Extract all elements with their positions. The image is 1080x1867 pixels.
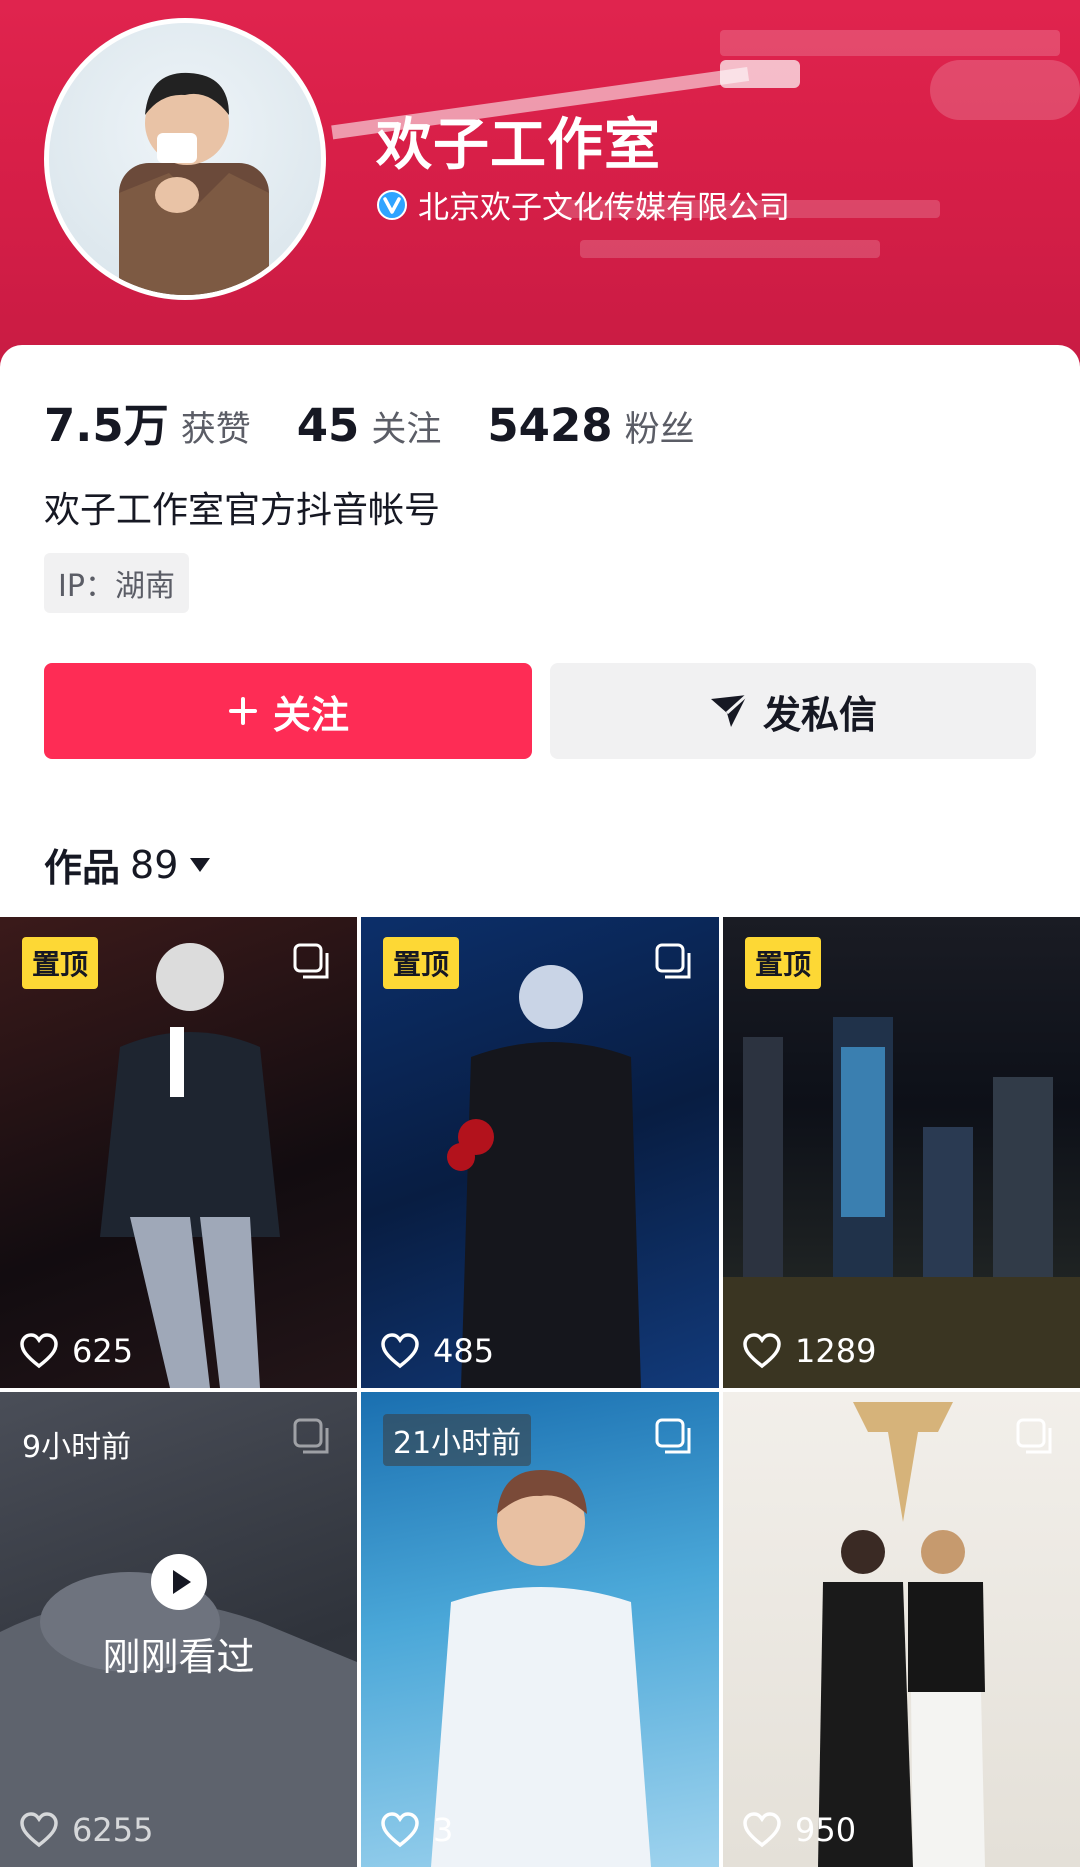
heart-icon	[20, 1333, 58, 1369]
followers-count[interactable]: 5428	[487, 399, 612, 452]
bio-text: 欢子工作室官方抖音帐号	[44, 490, 441, 531]
heart-icon	[743, 1333, 781, 1369]
works-label: 作品	[44, 846, 121, 890]
follow-button-label: 关注	[272, 692, 349, 737]
pinned-badge: 置顶	[383, 937, 460, 989]
video-tile[interactable]: 置顶 625	[0, 917, 357, 1388]
like-count: 485	[433, 1332, 495, 1370]
profile-header: 欢子工作室 北京欢子文化传媒有限公司	[0, 0, 1080, 380]
works-count: 89	[130, 842, 179, 887]
like-count: 6255	[72, 1811, 154, 1849]
like-count-row: 485	[381, 1332, 494, 1370]
caret-down-icon	[190, 857, 211, 872]
likes-label: 获赞	[180, 410, 251, 450]
send-icon	[710, 693, 748, 727]
plus-icon	[228, 697, 257, 725]
video-tile[interactable]: 950	[723, 1392, 1080, 1867]
multi-image-icon	[1016, 1418, 1052, 1454]
multi-image-icon	[655, 1418, 691, 1454]
time-badge: 21小时前	[383, 1414, 532, 1466]
pinned-badge: 置顶	[745, 937, 822, 989]
studio-scene	[818, 1402, 985, 1867]
performer-figure	[431, 1470, 651, 1867]
following-count[interactable]: 45	[297, 399, 360, 452]
video-tile[interactable]: 置顶 485	[361, 917, 719, 1388]
performer-figure	[100, 943, 280, 1388]
time-badge: 9小时前	[22, 1430, 132, 1465]
heart-icon	[381, 1812, 419, 1848]
video-tile[interactable]: 9小时前 刚刚看过 6255	[0, 1392, 357, 1867]
like-count-row: 6255	[20, 1811, 153, 1849]
like-count: 625	[72, 1332, 134, 1370]
pinned-badge: 置顶	[22, 937, 99, 989]
heart-icon	[381, 1333, 419, 1369]
like-count: 1289	[795, 1332, 877, 1370]
like-count-row: 625	[20, 1332, 133, 1370]
stats-row: 7.5万 获赞 45 关注 5428 粉丝	[44, 389, 741, 454]
heart-icon	[743, 1812, 781, 1848]
following-label[interactable]: 关注	[371, 401, 441, 452]
video-grid: 置顶 625 置顶 485 置顶 1289 9小时前 刚刚看过 6255 21小…	[0, 917, 1080, 1867]
city-skyline	[723, 1017, 1080, 1388]
like-count: 3	[433, 1811, 454, 1849]
like-count-row: 950	[743, 1811, 856, 1849]
like-count-row: 1289	[743, 1332, 876, 1370]
message-button-label: 发私信	[762, 692, 877, 737]
heart-icon	[20, 1812, 58, 1848]
avatar[interactable]	[44, 18, 326, 300]
multi-image-icon	[293, 1418, 329, 1454]
followers-label[interactable]: 粉丝	[625, 401, 695, 452]
recently-watched-label: 刚刚看过	[102, 1635, 255, 1679]
multi-image-icon	[655, 943, 691, 979]
video-tile[interactable]: 21小时前 3	[361, 1392, 719, 1867]
multi-image-icon	[293, 943, 329, 979]
like-count-row: 3	[381, 1811, 453, 1849]
verified-row: 北京欢子文化传媒有限公司	[376, 182, 790, 227]
verified-org: 北京欢子文化传媒有限公司	[418, 190, 790, 226]
play-icon	[150, 1554, 207, 1610]
like-count: 950	[795, 1811, 857, 1849]
ip-location-badge: IP：湖南	[44, 553, 189, 613]
profile-name: 欢子工作室	[376, 113, 661, 178]
likes-count: 7.5万	[44, 399, 169, 452]
verified-icon	[377, 189, 407, 220]
video-tile[interactable]: 置顶 1289	[723, 917, 1080, 1388]
recently-watched-overlay: 刚刚看过	[0, 1552, 357, 1681]
follow-button[interactable]: 关注	[44, 663, 532, 759]
message-button[interactable]: 发私信	[550, 663, 1036, 759]
profile-card: 7.5万 获赞 45 关注 5428 粉丝 欢子工作室官方抖音帐号 IP：湖南 …	[0, 345, 1080, 925]
performer-figure	[447, 965, 641, 1388]
works-tab[interactable]: 作品 89	[44, 837, 212, 892]
